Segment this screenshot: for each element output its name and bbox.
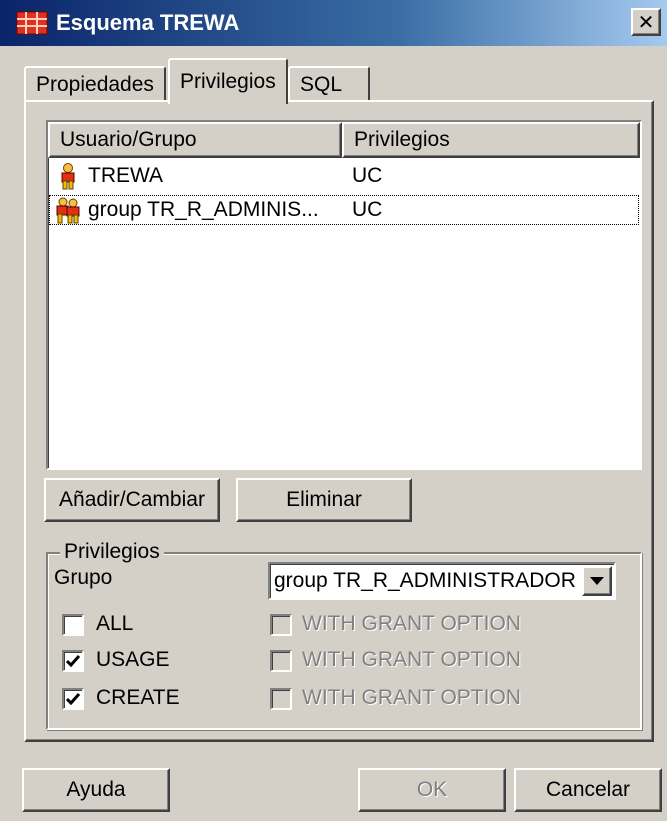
group-icon bbox=[56, 197, 80, 224]
list-item[interactable]: TREWA UC bbox=[48, 160, 640, 192]
help-button[interactable]: Ayuda bbox=[22, 768, 170, 812]
remove-button[interactable]: Eliminar bbox=[236, 478, 412, 522]
chevron-down-icon bbox=[590, 577, 604, 585]
title-bar[interactable]: Esquema TREWA ✕ bbox=[0, 0, 667, 46]
schema-icon bbox=[16, 11, 48, 35]
cancel-button[interactable]: Cancelar bbox=[514, 768, 662, 812]
usage-checkbox[interactable] bbox=[62, 650, 84, 672]
check-mark-icon bbox=[66, 693, 80, 705]
group-select[interactable]: group TR_R_ADMINISTRADOR bbox=[268, 562, 616, 600]
tab-privilegios[interactable]: Privilegios bbox=[168, 58, 288, 104]
group-dropdown-button[interactable] bbox=[582, 566, 612, 596]
row-privileges: UC bbox=[352, 164, 383, 187]
privileges-list[interactable]: Usuario/Grupo Privilegios TREWA UC group… bbox=[46, 120, 642, 470]
row-privileges: UC bbox=[352, 198, 383, 221]
tab-label: Propiedades bbox=[36, 73, 154, 96]
all-label: ALL bbox=[96, 612, 134, 635]
add-change-button[interactable]: Añadir/Cambiar bbox=[44, 478, 220, 522]
window-title: Esquema TREWA bbox=[56, 10, 240, 35]
usage-label: USAGE bbox=[96, 648, 170, 671]
close-icon: ✕ bbox=[637, 11, 655, 34]
usage-grant-label: WITH GRANT OPTION bbox=[302, 648, 521, 671]
create-label: CREATE bbox=[96, 686, 180, 709]
row-user: group TR_R_ADMINIS... bbox=[88, 198, 319, 221]
all-grant-label: WITH GRANT OPTION bbox=[302, 612, 521, 635]
create-grant-checkbox bbox=[270, 688, 292, 710]
tab-label: SQL bbox=[300, 73, 343, 96]
group-label: Grupo bbox=[54, 566, 113, 589]
tab-sql[interactable]: SQL bbox=[288, 66, 370, 102]
group-select-value: group TR_R_ADMINISTRADOR bbox=[274, 569, 576, 592]
check-mark-icon bbox=[66, 655, 80, 667]
create-checkbox[interactable] bbox=[62, 688, 84, 710]
tab-label: Privilegios bbox=[180, 70, 276, 93]
column-header-user[interactable]: Usuario/Grupo bbox=[48, 122, 342, 158]
all-grant-checkbox bbox=[270, 614, 292, 636]
tab-propiedades[interactable]: Propiedades bbox=[24, 66, 166, 102]
list-item[interactable]: group TR_R_ADMINIS... UC bbox=[48, 194, 640, 226]
column-header-privileges[interactable]: Privilegios bbox=[342, 122, 640, 158]
privileges-legend: Privilegios bbox=[60, 540, 164, 564]
ok-button: OK bbox=[358, 768, 506, 812]
user-icon bbox=[61, 163, 75, 190]
create-grant-label: WITH GRANT OPTION bbox=[302, 686, 521, 709]
close-button[interactable]: ✕ bbox=[631, 8, 661, 36]
all-checkbox[interactable] bbox=[62, 614, 84, 636]
row-user: TREWA bbox=[88, 164, 164, 187]
usage-grant-checkbox bbox=[270, 650, 292, 672]
